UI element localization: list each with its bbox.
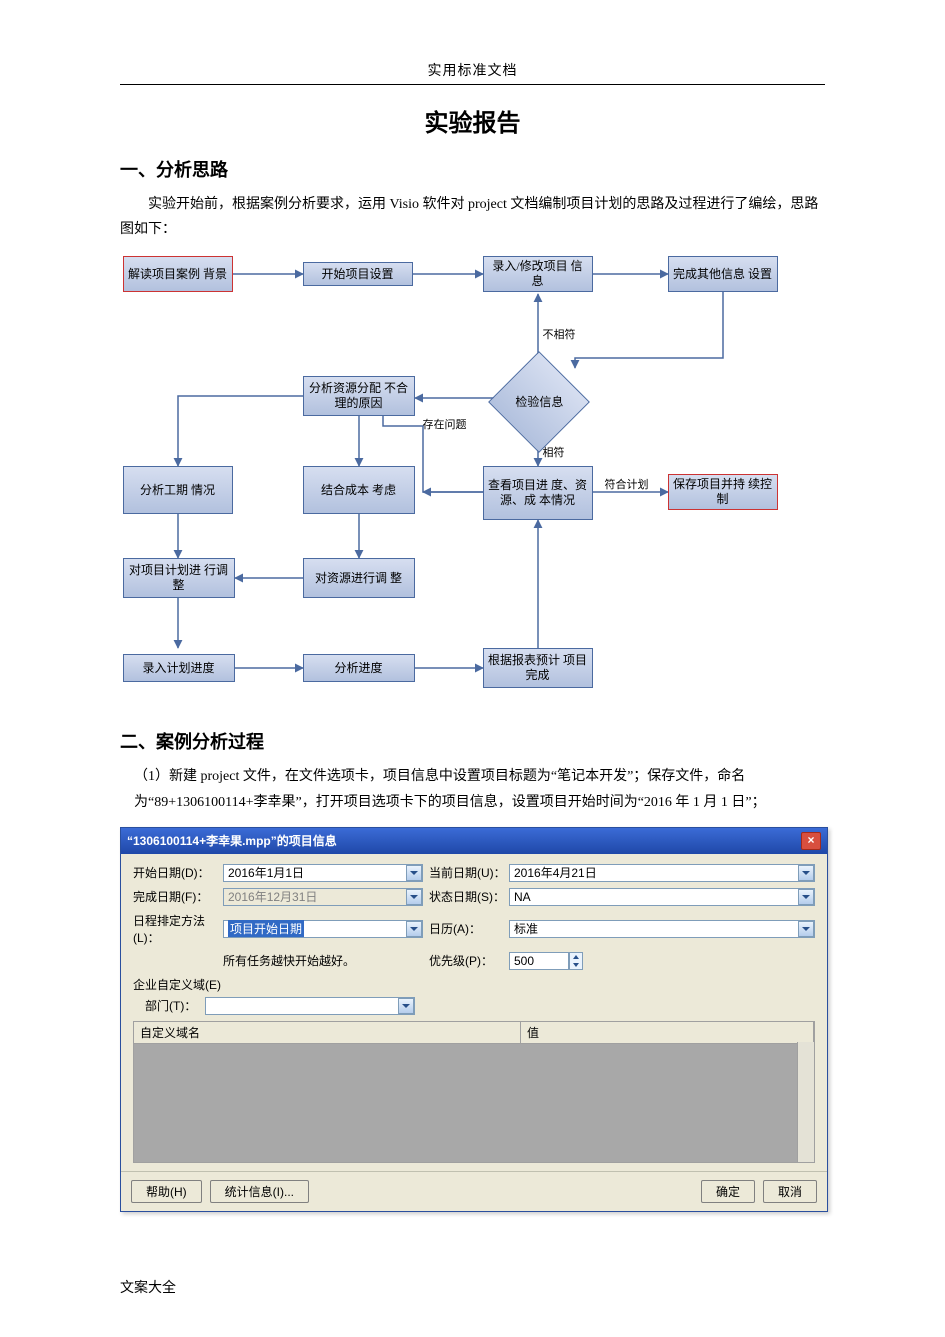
dropdown-icon — [406, 889, 422, 905]
field-start-date[interactable]: 2016年1月1日 — [223, 864, 423, 882]
label-status-date: 状态日期(S)： — [429, 888, 509, 905]
field-finish-date: 2016年12月31日 — [223, 888, 423, 906]
dialog-titlebar[interactable]: “1306100114+李幸果.mpp”的项目信息 × — [121, 828, 827, 854]
custom-fields-table[interactable]: 自定义域名 值 — [133, 1021, 815, 1163]
edge-label-match: 相符 — [543, 444, 565, 460]
flow-box-report-forecast: 根据报表预计 项目完成 — [483, 648, 593, 688]
edge-label-problem: 存在问题 — [423, 416, 467, 432]
page-footer: 文案大全 — [120, 1277, 176, 1297]
label-finish-date: 完成日期(F)： — [133, 888, 223, 905]
field-department[interactable] — [205, 997, 415, 1015]
flow-diamond-check: 检验信息 — [488, 351, 590, 453]
close-icon[interactable]: × — [801, 832, 821, 850]
th-field-value[interactable]: 值 — [521, 1022, 814, 1043]
flow-box-other-settings: 完成其他信息 设置 — [668, 256, 778, 292]
flow-box-analyze-progress: 分析进度 — [303, 654, 415, 682]
dropdown-icon[interactable] — [798, 921, 814, 937]
section-2-item-1: （1）新建 project 文件，在文件选项卡，项目信息中设置项目标题为“笔记本… — [134, 764, 825, 814]
flow-box-view-progress: 查看项目进 度、资源、成 本情况 — [483, 466, 593, 520]
flow-box-read-case: 解读项目案例 背景 — [123, 256, 233, 292]
dropdown-icon[interactable] — [406, 921, 422, 937]
flow-box-adjust-resource: 对资源进行调 整 — [303, 558, 415, 598]
flow-box-start-project: 开始项目设置 — [303, 262, 413, 286]
dialog-body: 开始日期(D)： 2016年1月1日 当前日期(U)： 2016年4月21日 完… — [121, 854, 827, 1171]
dropdown-icon[interactable] — [798, 889, 814, 905]
project-info-dialog: “1306100114+李幸果.mpp”的项目信息 × 开始日期(D)： 201… — [120, 827, 828, 1212]
value-current-date: 2016年4月21日 — [514, 864, 597, 881]
tasks-note: 所有任务越快开始越好。 — [223, 952, 423, 969]
document-page: 实用标准文档 实验报告 一、分析思路 实验开始前，根据案例分析要求，运用 Vis… — [0, 0, 945, 1337]
edge-label-mismatch: 不相符 — [543, 326, 576, 342]
field-priority[interactable]: 500 — [509, 952, 569, 970]
dialog-title-text: “1306100114+李幸果.mpp”的项目信息 — [127, 832, 337, 849]
page-header: 实用标准文档 — [120, 60, 825, 80]
value-finish-date: 2016年12月31日 — [228, 888, 317, 905]
value-status-date: NA — [514, 890, 531, 904]
value-calendar: 标准 — [514, 920, 538, 937]
edge-label-plan-ok: 符合计划 — [605, 476, 649, 492]
dropdown-icon[interactable] — [398, 998, 414, 1014]
field-status-date[interactable]: NA — [509, 888, 815, 906]
flow-box-analyze-resource-reason: 分析资源分配 不合理的原因 — [303, 376, 415, 416]
section-1-heading: 一、分析思路 — [120, 156, 825, 182]
flowchart: 解读项目案例 背景 开始项目设置 录入/修改项目 信息 完成其他信息 设置 检验… — [123, 248, 823, 708]
flow-box-save-control: 保存项目并持 续控制 — [668, 474, 778, 510]
label-department: 部门(T)： — [133, 997, 205, 1014]
statistics-button[interactable]: 统计信息(I)... — [210, 1180, 309, 1203]
priority-spinner[interactable] — [569, 952, 583, 970]
section-1-para: 实验开始前，根据案例分析要求，运用 Visio 软件对 project 文档编制… — [120, 192, 825, 242]
flow-box-cost: 结合成本 考虑 — [303, 466, 415, 514]
label-priority: 优先级(P)： — [429, 952, 509, 969]
value-schedule-from: 项目开始日期 — [228, 920, 304, 937]
help-button[interactable]: 帮助(H) — [131, 1180, 202, 1203]
label-start-date: 开始日期(D)： — [133, 864, 223, 881]
field-calendar[interactable]: 标准 — [509, 920, 815, 938]
flow-box-duration: 分析工期 情况 — [123, 466, 233, 514]
label-calendar: 日历(A)： — [429, 920, 509, 937]
doc-title: 实验报告 — [120, 103, 825, 138]
label-enterprise-fields: 企业自定义域(E) — [133, 976, 815, 993]
dialog-footer: 帮助(H) 统计信息(I)... 确定 取消 — [121, 1171, 827, 1211]
label-schedule-from: 日程排定方法(L)： — [133, 912, 223, 946]
th-field-name[interactable]: 自定义域名 — [134, 1022, 521, 1043]
field-current-date[interactable]: 2016年4月21日 — [509, 864, 815, 882]
cancel-button[interactable]: 取消 — [763, 1180, 817, 1203]
project-info-dialog-wrap: “1306100114+李幸果.mpp”的项目信息 × 开始日期(D)： 201… — [120, 827, 825, 1212]
section-2-heading: 二、案例分析过程 — [120, 728, 825, 754]
flow-box-enter-progress: 录入计划进度 — [123, 654, 235, 682]
field-schedule-from[interactable]: 项目开始日期 — [223, 920, 423, 938]
value-priority: 500 — [514, 954, 534, 968]
flow-box-adjust-plan: 对项目计划进 行调整 — [123, 558, 235, 598]
dropdown-icon[interactable] — [798, 865, 814, 881]
label-current-date: 当前日期(U)： — [429, 864, 509, 881]
dropdown-icon[interactable] — [406, 865, 422, 881]
value-start-date: 2016年1月1日 — [228, 864, 304, 881]
table-scrollbar[interactable] — [797, 1042, 814, 1162]
ok-button[interactable]: 确定 — [701, 1180, 755, 1203]
header-rule — [120, 84, 825, 85]
table-header: 自定义域名 值 — [134, 1022, 814, 1044]
flow-box-enter-info: 录入/修改项目 信息 — [483, 256, 593, 292]
